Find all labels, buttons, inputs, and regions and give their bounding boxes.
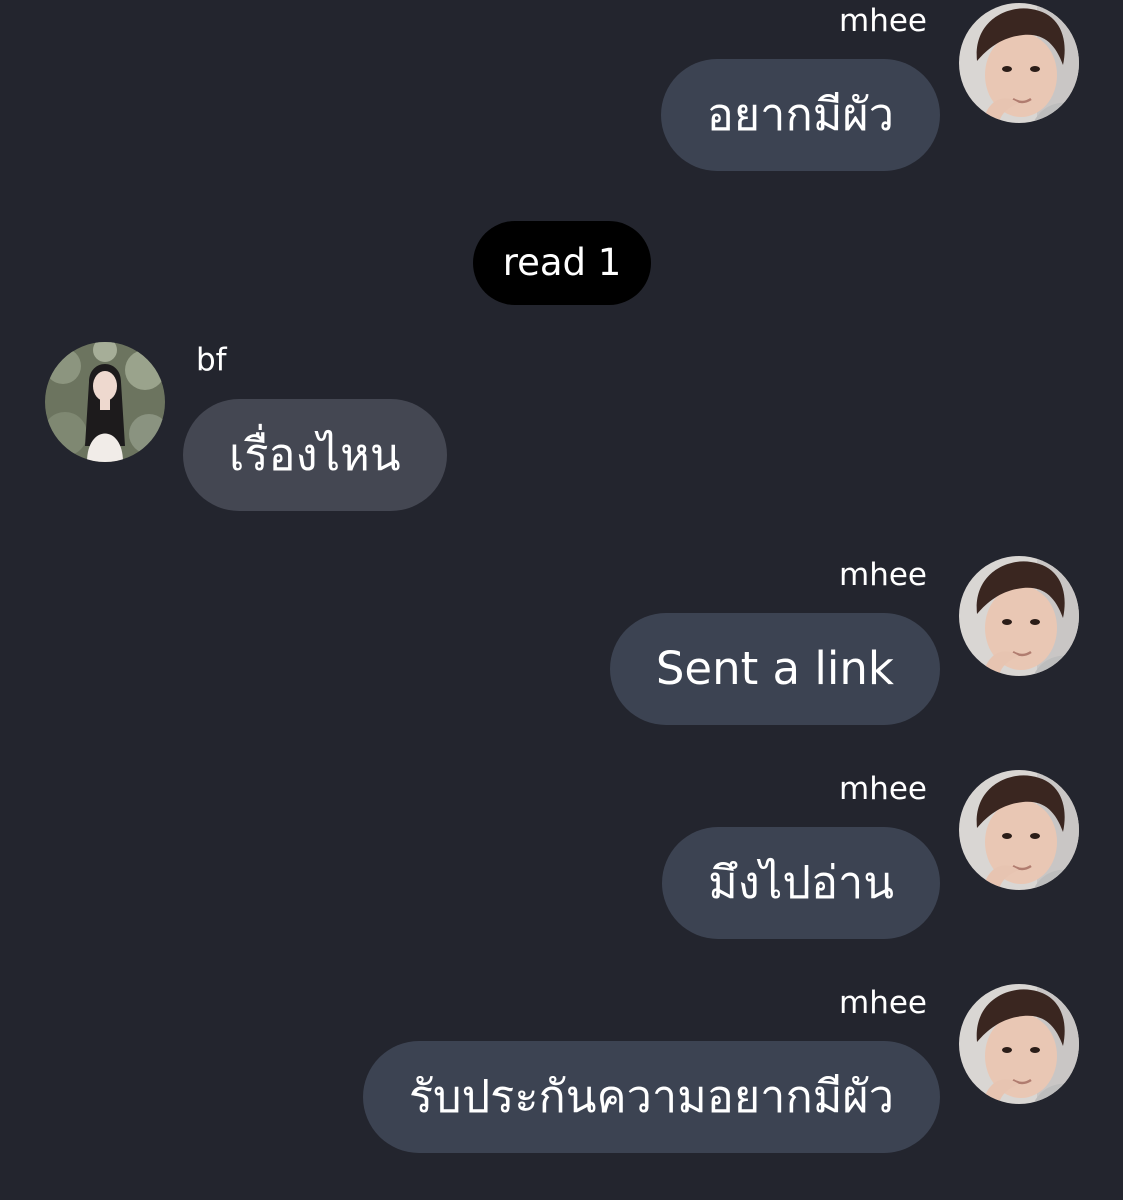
avatar-mhee-icon[interactable] — [959, 556, 1079, 676]
sender-name: mhee — [839, 3, 927, 39]
message-bubble-incoming[interactable]: เรื่องไหน — [183, 399, 447, 511]
avatar-mhee-icon[interactable] — [959, 3, 1079, 123]
read-status-badge: read 1 — [473, 221, 651, 305]
message-bubble-outgoing[interactable]: รับประกันความอยากมีผัว — [362, 1041, 940, 1153]
avatar-mhee-icon[interactable] — [959, 770, 1079, 890]
avatar-mhee-icon[interactable] — [959, 984, 1079, 1104]
message-bubble-outgoing[interactable]: อยากมีผัว — [660, 59, 940, 171]
sender-name: mhee — [839, 985, 927, 1021]
sender-name: bf — [196, 342, 227, 378]
sender-name: mhee — [839, 771, 927, 807]
message-bubble-outgoing[interactable]: มึงไปอ่าน — [662, 827, 940, 939]
sender-name: mhee — [839, 557, 927, 593]
message-bubble-outgoing[interactable]: Sent a link — [609, 613, 940, 725]
avatar-bf-icon[interactable] — [45, 342, 165, 462]
